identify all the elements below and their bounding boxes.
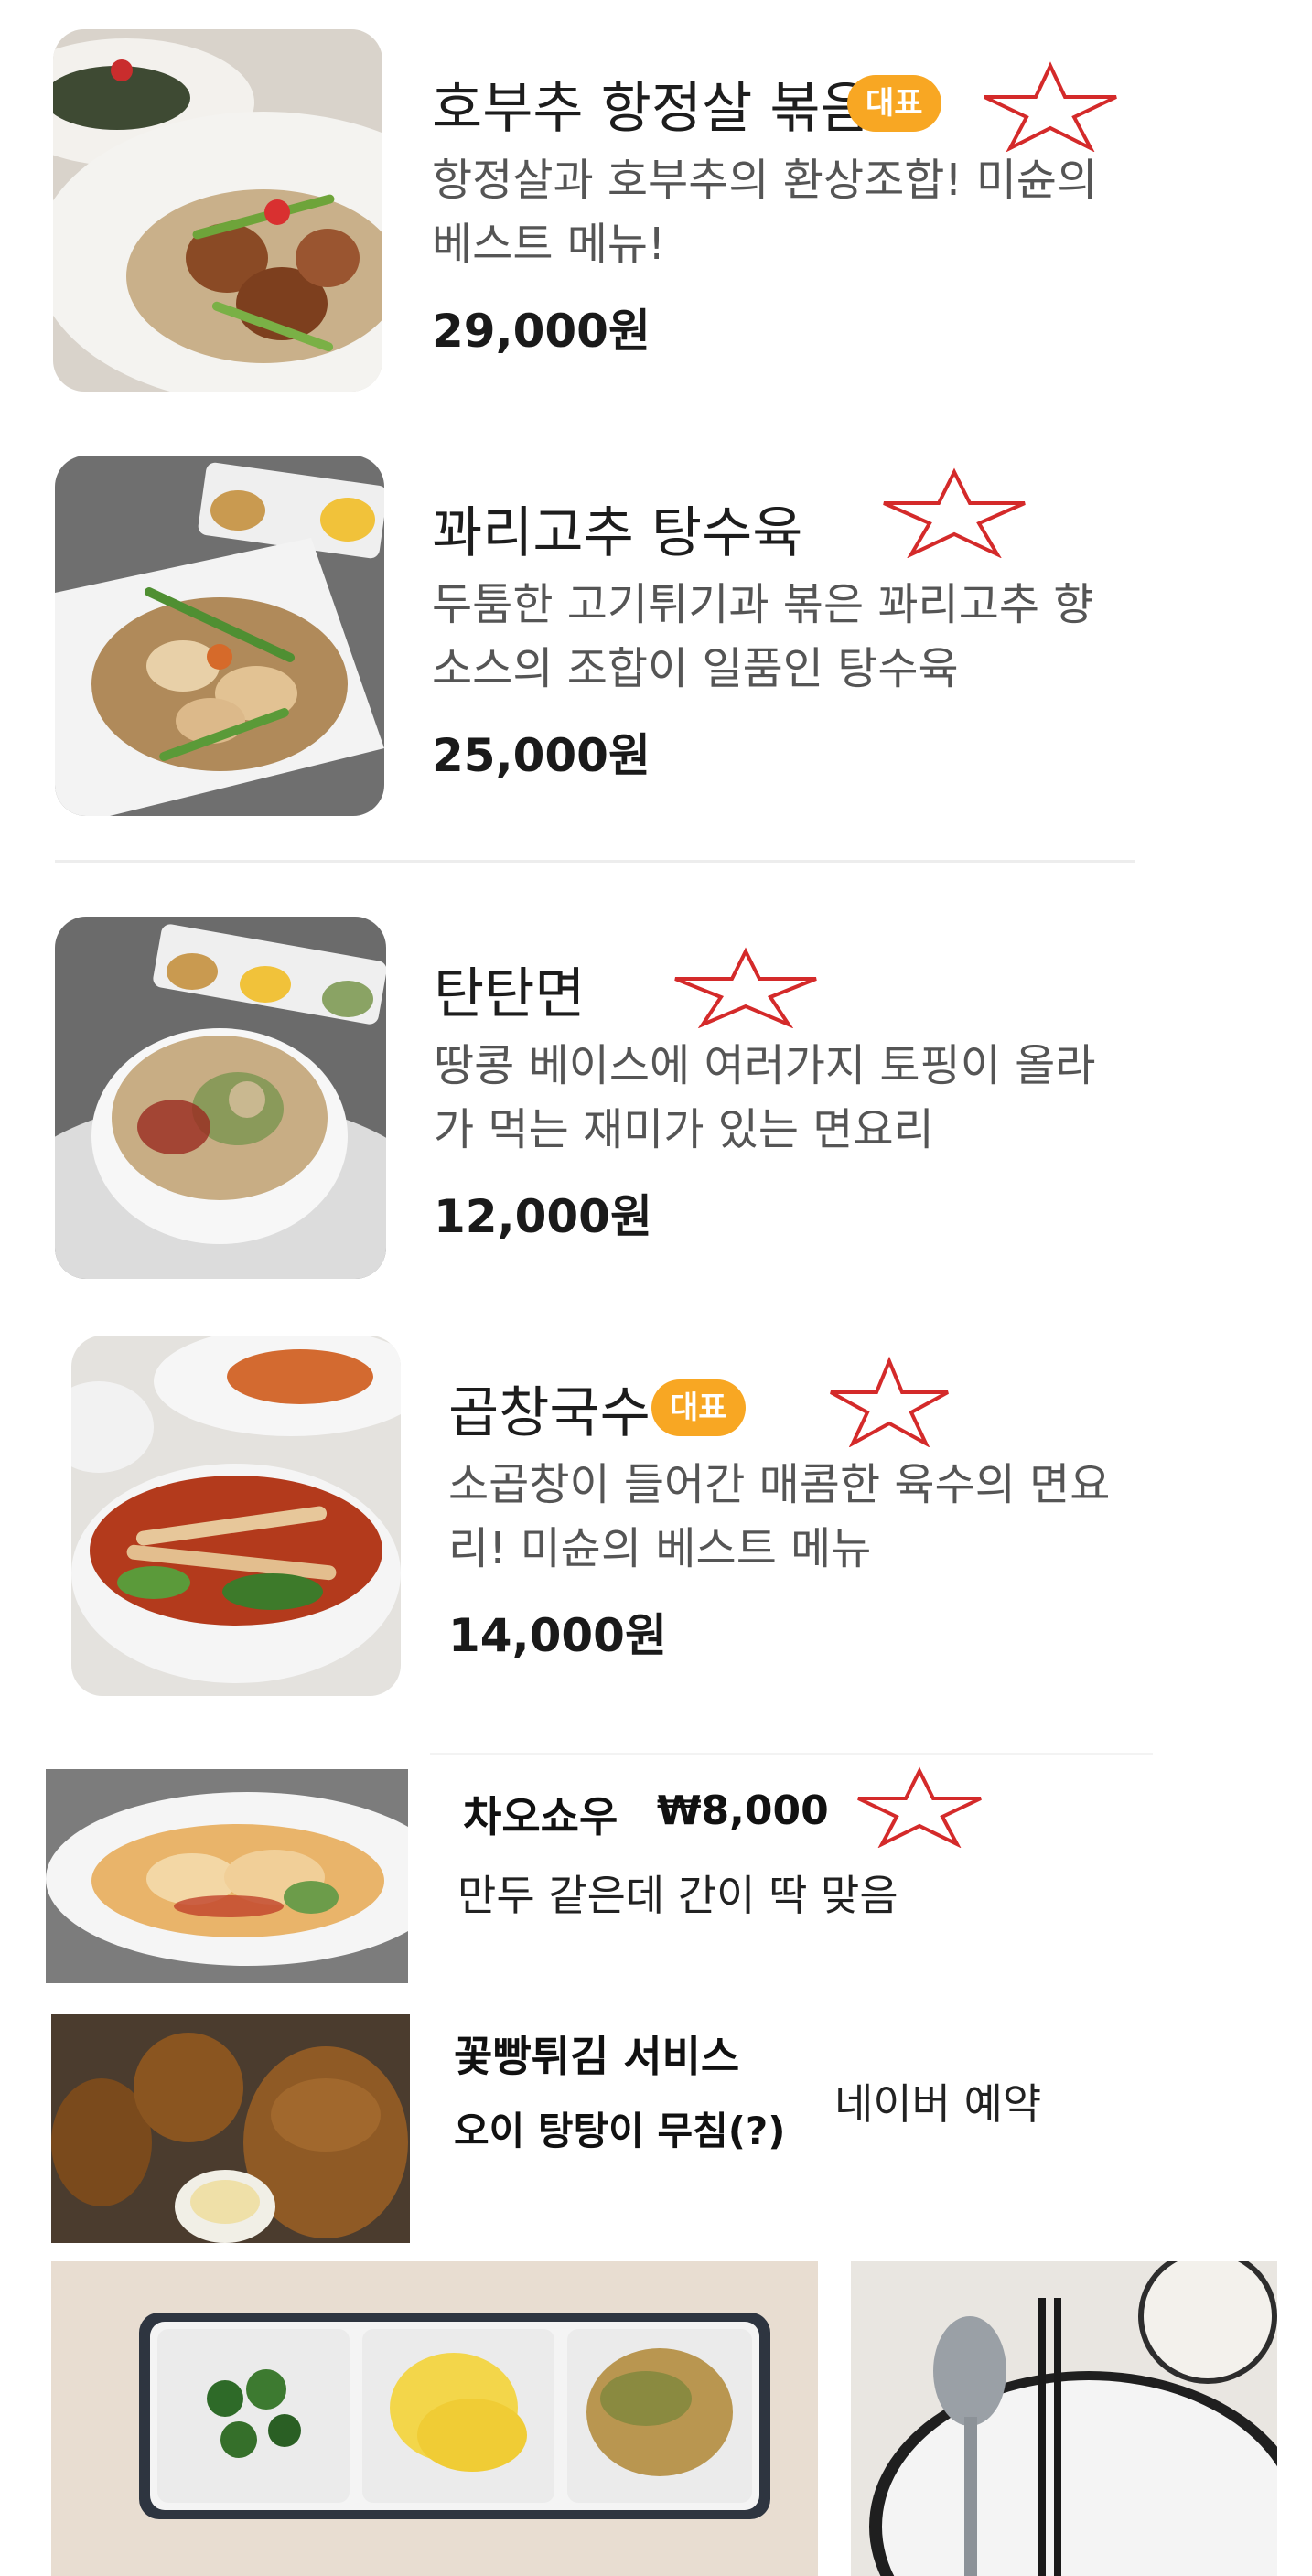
menu-item-2-photo[interactable] [55, 456, 384, 816]
menu-item-1-photo[interactable] [53, 29, 382, 392]
menu-item-2-name: 꽈리고추 탕수육 [432, 501, 803, 565]
menu-item-3-description: 땅콩 베이스에 여러가지 토핑이 올라 가 먹는 재미가 있는 면요리 [434, 1040, 1096, 1155]
menu-item-3-price: 12,000원 [434, 1190, 652, 1243]
menu-item-3-photo[interactable] [55, 917, 386, 1279]
menu-item-4-price: 14,000원 [448, 1609, 667, 1662]
chaoshou-comment: 만두 같은데 간이 딱 맞음 [457, 1871, 898, 1920]
menu-item-1-badge: 대표 [847, 75, 941, 132]
fried-bun-photo [51, 2014, 410, 2243]
spoon-chopsticks-image [851, 2261, 1277, 2576]
star-icon [984, 61, 1117, 152]
menu-item-2-price: 25,000원 [432, 729, 651, 782]
menu-item-1-price: 29,000원 [432, 305, 651, 358]
star-icon [674, 947, 817, 1028]
menu-item-2-description: 두툼한 고기튀기과 볶은 꽈리고추 향 소스의 조합이 일품인 탕수육 [432, 579, 1094, 694]
menu-item-4-photo[interactable] [71, 1336, 401, 1696]
star-icon [857, 1766, 982, 1848]
table-setting-photo [851, 2261, 1277, 2576]
dumpling-image [46, 1769, 408, 1983]
menu-item-4-badge: 대표 [651, 1379, 746, 1436]
menu-item-4-description: 소곱창이 들어간 매콤한 육수의 면요 리! 미슌의 베스트 메뉴 [448, 1459, 1111, 1574]
menu-item-3-name: 탄탄면 [434, 962, 586, 1026]
chaoshou-price: ₩8,000 [657, 1787, 829, 1834]
fried-bun-service: 꽃빵튀김 서비스 [454, 2032, 740, 2081]
stir-fry-pork-image [53, 29, 382, 392]
cucumber-side-dish: 오이 탕탕이 무침(?) [454, 2109, 786, 2153]
menu-item-1-description: 항정살과 호부추의 환상조합! 미슌의 베스트 메뉴! [432, 155, 1098, 270]
naver-reservation-link[interactable]: 네이버 예약 [834, 2071, 1041, 2131]
sweet-sour-pork-image [55, 456, 384, 816]
star-icon [830, 1356, 949, 1447]
chaoshou-photo [46, 1769, 408, 1983]
chaoshou-name: 차오쇼우 [463, 1792, 618, 1841]
dandan-noodle-image [55, 917, 386, 1279]
menu-item-4-name: 곱창국수 [448, 1381, 651, 1445]
tripe-noodle-image [71, 1336, 401, 1696]
pickled-side-dishes-image [51, 2261, 818, 2576]
fried-bun-image [51, 2014, 410, 2243]
menu-item-1-name: 호부추 항정살 볶음 [432, 77, 871, 141]
section-divider [55, 860, 1135, 863]
star-icon [883, 467, 1026, 558]
faint-divider [430, 1753, 1153, 1755]
side-dish-photo [51, 2261, 818, 2576]
